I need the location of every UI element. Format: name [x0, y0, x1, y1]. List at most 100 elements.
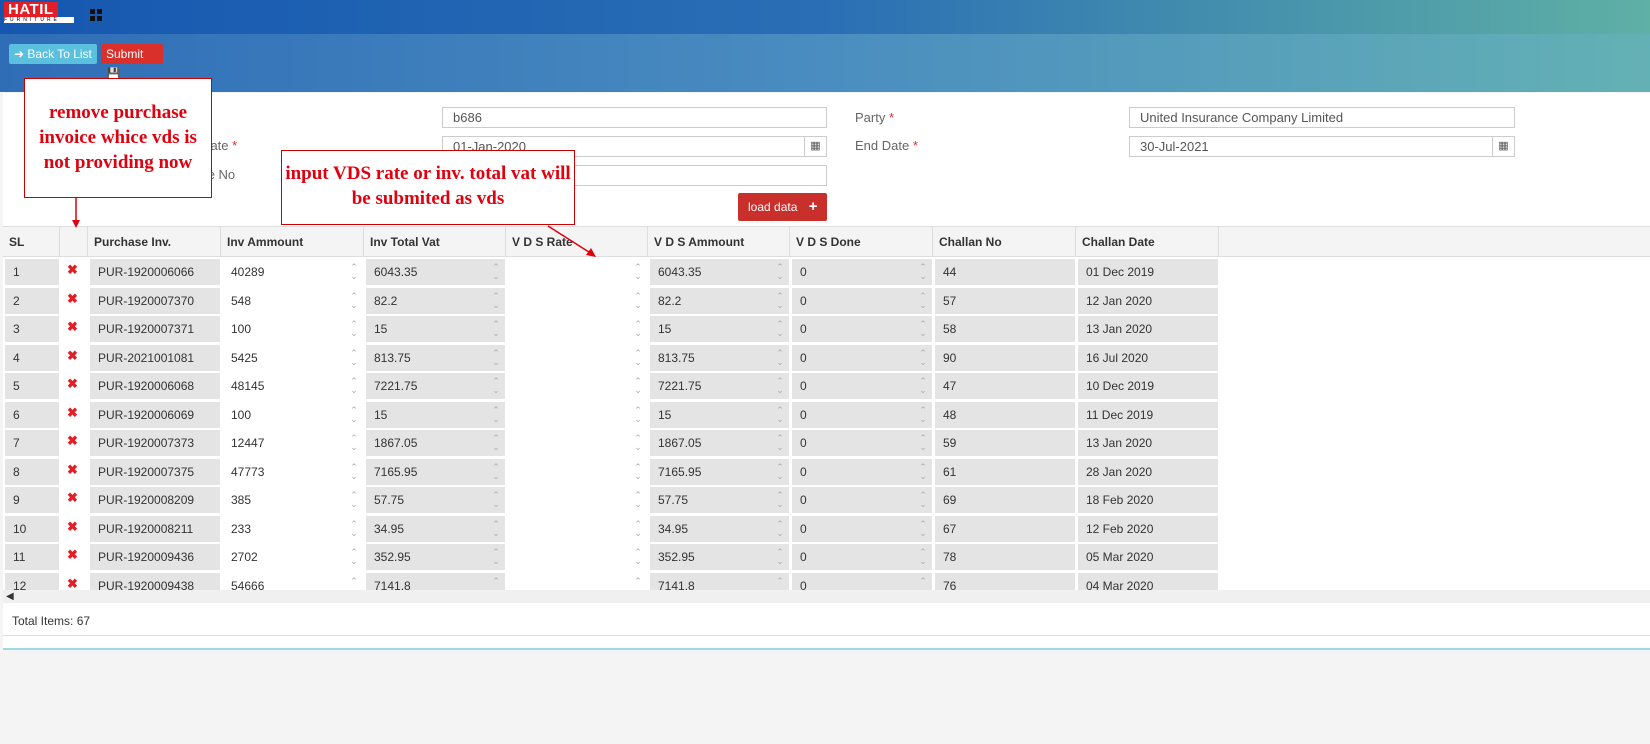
calendar-icon[interactable]: ▦: [804, 137, 826, 156]
spinner-icon[interactable]: ⌃ ⌄: [773, 576, 787, 590]
vds-rate-input[interactable]: ⌃ ⌄: [508, 544, 647, 570]
vds-amount-input[interactable]: 1867.05 ⌃ ⌄: [650, 430, 789, 456]
spinner-icon[interactable]: ⌃ ⌄: [489, 405, 503, 424]
inv-amount-input[interactable]: 54666 ⌃ ⌄: [223, 572, 363, 590]
spinner-icon[interactable]: ⌃ ⌄: [489, 348, 503, 367]
spinner-icon[interactable]: ⌃ ⌄: [347, 548, 361, 566]
vds-done-input[interactable]: 0 ⌃ ⌄: [792, 316, 932, 342]
spinner-icon[interactable]: ⌃ ⌄: [631, 263, 645, 281]
spinner-icon[interactable]: ⌃ ⌄: [347, 576, 361, 590]
inv-amount-input[interactable]: 47773 ⌃ ⌄: [223, 458, 363, 485]
spinner-icon[interactable]: ⌃ ⌄: [773, 377, 787, 395]
spinner-icon[interactable]: ⌃ ⌄: [916, 348, 930, 367]
spinner-icon[interactable]: ⌃ ⌄: [631, 291, 645, 310]
remove-icon[interactable]: ✖: [67, 576, 78, 591]
spinner-icon[interactable]: ⌃ ⌄: [489, 462, 503, 481]
inv-amount-input[interactable]: 40289 ⌃ ⌄: [223, 259, 363, 285]
spinner-icon[interactable]: ⌃ ⌄: [489, 291, 503, 310]
spinner-icon[interactable]: ⌃ ⌄: [916, 434, 930, 452]
spinner-icon[interactable]: ⌃ ⌄: [489, 263, 503, 281]
spinner-icon[interactable]: ⌃ ⌄: [489, 491, 503, 509]
column-header[interactable]: V D S Done: [790, 227, 933, 257]
table-body[interactable]: ✖ 1 PUR-1920006066 40289 ⌃ ⌄ 6043.35 ⌃ ⌄ ⌃ ⌄ 6043.3…: [3, 258, 1650, 590]
spinner-icon[interactable]: ⌃ ⌄: [347, 462, 361, 481]
inv-amount-input[interactable]: 48145 ⌃ ⌄: [223, 373, 363, 399]
column-header[interactable]: Challan Date: [1076, 227, 1219, 257]
spinner-icon[interactable]: ⌃ ⌄: [773, 405, 787, 424]
spinner-icon[interactable]: ⌃ ⌄: [916, 263, 930, 281]
spinner-icon[interactable]: ⌃ ⌄: [773, 548, 787, 566]
column-header[interactable]: V D S Rate: [506, 227, 648, 257]
horizontal-scrollbar[interactable]: ◀: [3, 590, 1650, 603]
spinner-icon[interactable]: ⌃ ⌄: [489, 519, 503, 538]
inv-amount-input[interactable]: 12447 ⌃ ⌄: [223, 430, 363, 456]
party-field[interactable]: United Insurance Company Limited: [1129, 107, 1515, 128]
spinner-icon[interactable]: ⌃ ⌄: [347, 377, 361, 395]
inv-total-vat-input[interactable]: 7141.8 ⌃ ⌄: [366, 572, 505, 590]
inv-total-vat-input[interactable]: 7165.95 ⌃ ⌄: [366, 458, 505, 485]
vds-amount-input[interactable]: 57.75 ⌃ ⌄: [650, 487, 789, 513]
spinner-icon[interactable]: ⌃ ⌄: [916, 320, 930, 338]
vds-amount-input[interactable]: 82.2 ⌃ ⌄: [650, 287, 789, 314]
remove-icon[interactable]: ✖: [67, 376, 78, 392]
remove-icon[interactable]: ✖: [67, 433, 78, 449]
spinner-icon[interactable]: ⌃ ⌄: [773, 320, 787, 338]
back-to-list-button[interactable]: ➜ Back To List: [9, 44, 97, 64]
spinner-icon[interactable]: ⌃ ⌄: [916, 576, 930, 590]
column-header[interactable]: SL: [3, 227, 60, 257]
submit-button[interactable]: Submit 💾: [101, 44, 163, 81]
spinner-icon[interactable]: ⌃ ⌄: [347, 491, 361, 509]
spinner-icon[interactable]: ⌃ ⌄: [916, 291, 930, 310]
spinner-icon[interactable]: ⌃ ⌄: [631, 548, 645, 566]
vds-done-input[interactable]: 0 ⌃ ⌄: [792, 487, 932, 513]
column-header[interactable]: Inv Total Vat: [364, 227, 506, 257]
remove-icon[interactable]: ✖: [67, 490, 78, 506]
inv-amount-input[interactable]: 5425 ⌃ ⌄: [223, 344, 363, 371]
remove-icon[interactable]: ✖: [67, 291, 78, 307]
vds-done-input[interactable]: 0 ⌃ ⌄: [792, 344, 932, 371]
spinner-icon[interactable]: ⌃ ⌄: [631, 462, 645, 481]
vds-done-input[interactable]: 0 ⌃ ⌄: [792, 515, 932, 542]
inv-total-vat-input[interactable]: 34.95 ⌃ ⌄: [366, 515, 505, 542]
vds-amount-input[interactable]: 7221.75 ⌃ ⌄: [650, 373, 789, 399]
vds-rate-input[interactable]: ⌃ ⌄: [508, 430, 647, 456]
vds-amount-input[interactable]: 7141.8 ⌃ ⌄: [650, 572, 789, 590]
spinner-icon[interactable]: ⌃ ⌄: [489, 576, 503, 590]
spinner-icon[interactable]: ⌃ ⌄: [631, 519, 645, 538]
column-header[interactable]: Purchase Inv.: [88, 227, 221, 257]
vds-rate-input[interactable]: ⌃ ⌄: [508, 515, 647, 542]
inv-amount-input[interactable]: 385 ⌃ ⌄: [223, 487, 363, 513]
inv-total-vat-input[interactable]: 6043.35 ⌃ ⌄: [366, 259, 505, 285]
spinner-icon[interactable]: ⌃ ⌄: [347, 291, 361, 310]
vds-rate-input[interactable]: ⌃ ⌄: [508, 373, 647, 399]
inv-total-vat-input[interactable]: 813.75 ⌃ ⌄: [366, 344, 505, 371]
vds-amount-input[interactable]: 15 ⌃ ⌄: [650, 401, 789, 428]
vds-amount-input[interactable]: 7165.95 ⌃ ⌄: [650, 458, 789, 485]
vds-amount-input[interactable]: 6043.35 ⌃ ⌄: [650, 259, 789, 285]
remove-icon[interactable]: ✖: [67, 462, 78, 478]
spinner-icon[interactable]: ⌃ ⌄: [347, 348, 361, 367]
vds-amount-input[interactable]: 813.75 ⌃ ⌄: [650, 344, 789, 371]
inv-amount-input[interactable]: 2702 ⌃ ⌄: [223, 544, 363, 570]
spinner-icon[interactable]: ⌃ ⌄: [631, 434, 645, 452]
spinner-icon[interactable]: ⌃ ⌄: [631, 576, 645, 590]
spinner-icon[interactable]: ⌃ ⌄: [347, 434, 361, 452]
vds-amount-input[interactable]: 15 ⌃ ⌄: [650, 316, 789, 342]
spinner-icon[interactable]: ⌃ ⌄: [489, 434, 503, 452]
spinner-icon[interactable]: ⌃ ⌄: [489, 320, 503, 338]
end-date-field[interactable]: 30-Jul-2021 ▦: [1129, 136, 1515, 157]
hatil-logo[interactable]: HATIL FURNITURE: [4, 2, 74, 26]
spinner-icon[interactable]: ⌃ ⌄: [773, 348, 787, 367]
spinner-icon[interactable]: ⌃ ⌄: [631, 405, 645, 424]
spinner-icon[interactable]: ⌃ ⌄: [773, 291, 787, 310]
inv-total-vat-input[interactable]: 15 ⌃ ⌄: [366, 401, 505, 428]
spinner-icon[interactable]: ⌃ ⌄: [631, 348, 645, 367]
inv-total-vat-input[interactable]: 15 ⌃ ⌄: [366, 316, 505, 342]
apps-grid-icon[interactable]: [90, 9, 102, 21]
vds-done-input[interactable]: 0 ⌃ ⌄: [792, 287, 932, 314]
spinner-icon[interactable]: ⌃ ⌄: [916, 405, 930, 424]
remove-icon[interactable]: ✖: [67, 262, 78, 278]
inv-total-vat-input[interactable]: 1867.05 ⌃ ⌄: [366, 430, 505, 456]
spinner-icon[interactable]: ⌃ ⌄: [916, 377, 930, 395]
vds-rate-input[interactable]: ⌃ ⌄: [508, 572, 647, 590]
